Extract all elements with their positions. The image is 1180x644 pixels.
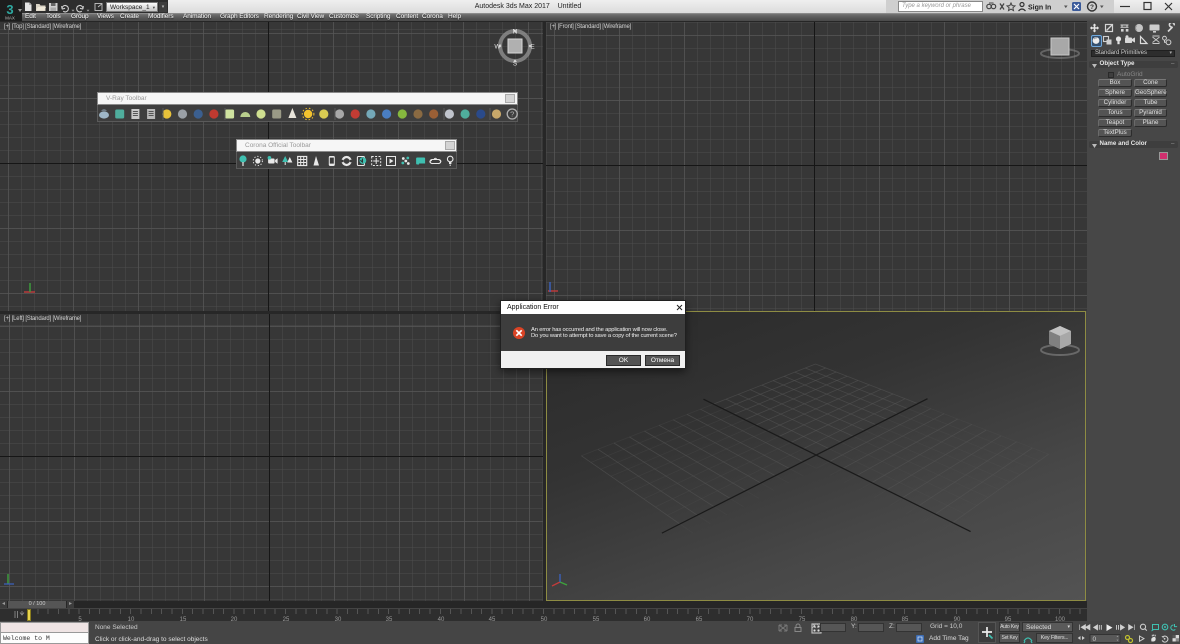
svg-text:Sign In: Sign In: [1028, 5, 1051, 12]
svg-text:?: ?: [510, 110, 514, 119]
svg-text:?: ?: [1090, 4, 1094, 11]
svg-text:0: 0: [1093, 636, 1097, 643]
svg-text:MAX: MAX: [5, 16, 15, 21]
